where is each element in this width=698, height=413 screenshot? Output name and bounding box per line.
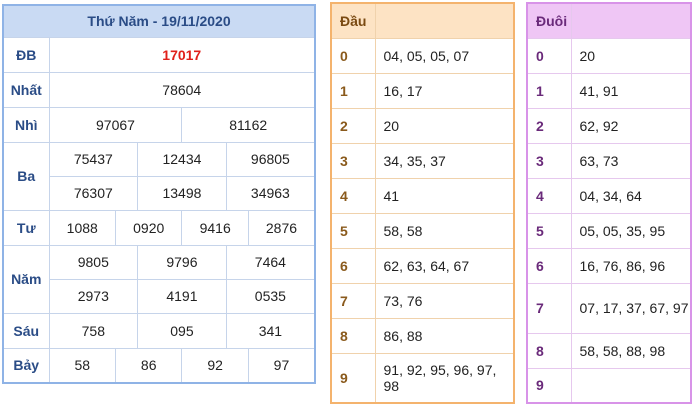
prize-value-tu: 1088 xyxy=(48,209,116,246)
prize-value-bay: 92 xyxy=(181,347,249,384)
prize-value-ba: 76307 xyxy=(48,175,139,211)
prize-value-tu: 2876 xyxy=(247,209,316,246)
dau-key: 7 xyxy=(330,282,376,319)
duoi-values: 16, 76, 86, 96 xyxy=(570,247,692,284)
dau-values: 58, 58 xyxy=(374,212,515,249)
prize-label-nhi: Nhì xyxy=(2,106,50,143)
dau-key: 6 xyxy=(330,247,376,284)
duoi-key: 7 xyxy=(526,282,572,334)
duoi-key: 4 xyxy=(526,177,572,214)
prize-value-ba: 75437 xyxy=(48,141,139,177)
dau-key: 9 xyxy=(330,352,376,404)
duoi-values: 63, 73 xyxy=(570,142,692,179)
prize-value-ba: 13498 xyxy=(137,175,227,211)
prize-value-nam: 0535 xyxy=(225,278,316,314)
dau-values: 73, 76 xyxy=(374,282,515,319)
dau-values: 20 xyxy=(374,107,515,144)
dau-table: Đầu 0 04, 05, 05, 07 1 16, 17 2 20 3 34, 35,… xyxy=(330,2,515,404)
duoi-key: 3 xyxy=(526,142,572,179)
dau-key: 4 xyxy=(330,177,376,214)
dau-values: 86, 88 xyxy=(374,317,515,354)
dau-key: 2 xyxy=(330,107,376,144)
duoi-values: 07, 17, 37, 67, 97 xyxy=(570,282,692,334)
duoi-values: 41, 91 xyxy=(570,72,692,109)
results-table: Thứ Năm - 19/11/2020 ĐB 17017 Nhất 78604… xyxy=(2,4,316,384)
prize-value-ba: 96805 xyxy=(225,141,316,177)
dau-values: 91, 92, 95, 96, 97, 98 xyxy=(374,352,515,404)
dau-values: 04, 05, 05, 07 xyxy=(374,37,515,74)
prize-label-ba: Ba xyxy=(2,141,50,211)
dau-values: 16, 17 xyxy=(374,72,515,109)
duoi-key: 9 xyxy=(526,367,572,404)
duoi-values: 58, 58, 88, 98 xyxy=(570,332,692,369)
duoi-key: 1 xyxy=(526,72,572,109)
duoi-key: 2 xyxy=(526,107,572,144)
prize-value-nam: 4191 xyxy=(137,278,227,314)
prize-label-db: ĐB xyxy=(2,36,50,73)
prize-value-bay: 58 xyxy=(48,347,116,384)
duoi-key: 5 xyxy=(526,212,572,249)
duoi-values: 04, 34, 64 xyxy=(570,177,692,214)
prize-value-tu: 0920 xyxy=(114,209,183,246)
duoi-values: 62, 92 xyxy=(570,107,692,144)
dau-key: 5 xyxy=(330,212,376,249)
dau-header-values xyxy=(374,2,515,39)
prize-value-tu: 9416 xyxy=(181,209,249,246)
prize-value-nam: 2973 xyxy=(48,278,139,314)
duoi-values: 20 xyxy=(570,37,692,74)
prize-label-tu: Tư xyxy=(2,209,50,246)
prize-value-db: 17017 xyxy=(48,36,316,73)
prize-value-nam: 9805 xyxy=(48,244,139,280)
prize-value-nhi: 81162 xyxy=(181,106,316,143)
dau-values: 62, 63, 64, 67 xyxy=(374,247,515,284)
prize-value-ba: 12434 xyxy=(137,141,227,177)
duoi-title: Đuôi xyxy=(526,2,572,39)
duoi-key: 0 xyxy=(526,37,572,74)
dau-values: 34, 35, 37 xyxy=(374,142,515,179)
prize-label-nhat: Nhất xyxy=(2,71,50,108)
prize-value-bay: 97 xyxy=(247,347,316,384)
prize-value-bay: 86 xyxy=(114,347,183,384)
prize-value-nhi: 97067 xyxy=(48,106,183,143)
dau-values: 41 xyxy=(374,177,515,214)
prize-value-ba: 34963 xyxy=(225,175,316,211)
prize-value-nam: 7464 xyxy=(225,244,316,280)
duoi-key: 8 xyxy=(526,332,572,369)
duoi-values xyxy=(570,367,692,404)
prize-label-nam: Năm xyxy=(2,244,50,314)
duoi-key: 6 xyxy=(526,247,572,284)
duoi-values: 05, 05, 35, 95 xyxy=(570,212,692,249)
prize-value-sau: 341 xyxy=(225,312,316,349)
prize-label-sau: Sáu xyxy=(2,312,50,349)
prize-value-nhat: 78604 xyxy=(48,71,316,108)
dau-key: 0 xyxy=(330,37,376,74)
prize-value-sau: 095 xyxy=(137,312,227,349)
dau-key: 3 xyxy=(330,142,376,179)
prize-label-bay: Bảy xyxy=(2,347,50,384)
dau-key: 1 xyxy=(330,72,376,109)
dau-title: Đầu xyxy=(330,2,376,39)
dau-key: 8 xyxy=(330,317,376,354)
duoi-table: Đuôi 0 20 1 41, 91 2 62, 92 3 63, 73 4 04, 34… xyxy=(526,2,692,404)
results-title: Thứ Năm - 19/11/2020 xyxy=(2,4,316,38)
prize-value-nam: 9796 xyxy=(137,244,227,280)
prize-value-sau: 758 xyxy=(48,312,139,349)
duoi-header-values xyxy=(570,2,692,39)
